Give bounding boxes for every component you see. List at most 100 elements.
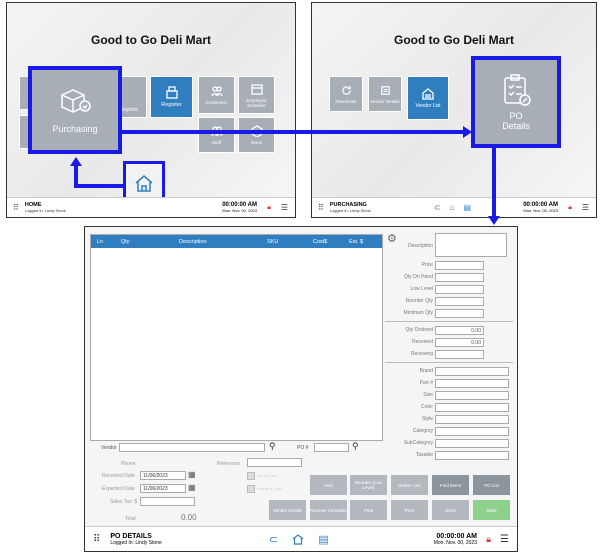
brand-field[interactable]	[435, 367, 509, 376]
tile-employee-schedule[interactable]: Employee Schedule	[238, 76, 275, 114]
register-icon	[165, 86, 178, 99]
flow-arrow-home-h	[74, 184, 124, 188]
field-label: Low Level	[410, 286, 433, 292]
lock-icon[interactable]: 🔒︎	[486, 534, 491, 545]
expected-date-label: Expected Date	[102, 486, 135, 492]
search-icon[interactable]: ⚲	[352, 441, 359, 452]
status-bar: ⠿ HOME Logged In: Lindy Stone 00:00:00 A…	[7, 197, 295, 217]
register-icon[interactable]: ▤	[464, 203, 472, 212]
style-field[interactable]	[435, 415, 509, 424]
print-button-2[interactable]: Print	[391, 500, 428, 520]
home-icon[interactable]: ⌂	[450, 203, 455, 212]
tile-label: Reports	[120, 106, 138, 113]
refresh-icon	[341, 85, 351, 95]
send-button[interactable]: Send	[432, 500, 469, 520]
clock-date: Mon. Nov. 00, 2023	[523, 208, 558, 213]
customers-icon	[210, 86, 223, 97]
home-icon[interactable]	[292, 533, 304, 545]
field-label: Price	[421, 262, 433, 268]
status-bar: ⠿ PURCHASING Logged In: Lindy Stone ⊂ ⌂ …	[312, 197, 596, 217]
field-label: Minimum Qty	[403, 310, 433, 316]
qty-on-hand-field[interactable]	[435, 273, 484, 282]
reorder-qty-field[interactable]	[435, 297, 484, 306]
subcategory-field[interactable]	[435, 439, 509, 448]
reference-input[interactable]	[247, 458, 302, 467]
nav-icons: ⊂ ⌂ ▤	[434, 203, 471, 212]
tile-vendor-list[interactable]: Vendor List	[407, 76, 449, 120]
set-as-tax-checkbox[interactable]	[247, 472, 255, 480]
purchasing-screen: Good to Go Deli Mart Reactivate Vendor D…	[311, 2, 597, 218]
delete-line-button[interactable]: Delete Line	[391, 475, 428, 495]
po-lines-table[interactable]: Ln Qty Description SKU Cost$ Ext. $	[90, 234, 383, 441]
tile-customers[interactable]: Customers	[198, 76, 235, 114]
field-label: Color	[421, 404, 433, 410]
tile-label: Staff	[211, 140, 222, 145]
create-cost-checkbox[interactable]	[247, 485, 255, 493]
calendar-icon[interactable]: ▦	[188, 470, 196, 479]
received-field[interactable]: 0.00	[435, 338, 484, 347]
tile-vendor-details[interactable]: Vendor Details	[368, 76, 402, 112]
vendor-details-button[interactable]: Vendor Details	[269, 500, 306, 520]
size-field[interactable]	[435, 391, 509, 400]
print-button-1[interactable]: Print	[350, 500, 387, 520]
received-date-input[interactable]: 11/06/2023	[140, 471, 186, 480]
hamburger-menu-icon[interactable]: ☰	[281, 203, 288, 212]
lock-icon[interactable]: 🔒︎	[568, 204, 572, 212]
back-icon[interactable]: ⊂	[269, 533, 278, 546]
po-number-input[interactable]	[314, 443, 349, 452]
description-label: Description	[407, 243, 433, 249]
back-icon[interactable]: ⊂	[434, 203, 441, 212]
po-number-label: PO #	[297, 445, 309, 451]
price-field[interactable]	[435, 261, 484, 270]
tile-register[interactable]: Register	[150, 76, 193, 118]
po-list-button[interactable]: PO List	[473, 475, 510, 495]
vendor-list-icon	[422, 88, 434, 100]
taxable-field[interactable]	[435, 451, 509, 460]
clock-date: Mon. Nov. 00, 2023	[222, 208, 257, 213]
tile-purchasing[interactable]: Purchasing	[28, 66, 122, 154]
screen-title: PO DETAILS	[110, 532, 152, 540]
vendor-input[interactable]	[119, 443, 265, 452]
minimum-qty-field[interactable]	[435, 309, 484, 318]
expected-date-input[interactable]: 11/06/2023	[140, 484, 186, 493]
vendor-details-icon	[380, 85, 390, 95]
clipboard-icon	[504, 74, 531, 106]
total-label: Total	[125, 516, 136, 522]
nav-icons: ⊂ ▤	[269, 533, 329, 546]
tile-label: PO Details	[502, 111, 530, 131]
reorder-low-level-button[interactable]: Reorder (Low Level)	[350, 475, 387, 495]
tile-staff[interactable]: Staff	[198, 117, 235, 153]
field-label: Reorder Qty	[405, 298, 433, 304]
tile-reactivate[interactable]: Reactivate	[329, 76, 363, 112]
lock-icon[interactable]: 🔒︎	[267, 204, 271, 212]
receive-complete-button[interactable]: Receive Complete	[310, 500, 347, 520]
field-label: Style	[421, 416, 433, 422]
void-button[interactable]: Void	[310, 475, 347, 495]
description-field[interactable]	[435, 233, 507, 257]
hamburger-menu-icon[interactable]: ☰	[500, 534, 509, 545]
grid-menu-icon[interactable]: ⠿	[93, 534, 100, 545]
item-detail-panel: ⚙ Description Price Qty On Hand Low Leve…	[385, 232, 515, 460]
search-icon[interactable]: ⚲	[269, 441, 276, 452]
color-field[interactable]	[435, 403, 509, 412]
calendar-icon[interactable]: ▦	[188, 483, 196, 492]
receiving-field[interactable]	[435, 350, 484, 359]
hamburger-menu-icon[interactable]: ☰	[582, 203, 589, 212]
part-number-field[interactable]	[435, 379, 509, 388]
grid-menu-icon[interactable]: ⠿	[13, 203, 19, 212]
tile-items[interactable]: Items	[238, 117, 275, 153]
qty-ordered-field[interactable]: 0.00	[435, 326, 484, 335]
tile-label: Customers	[205, 100, 228, 105]
save-button[interactable]: Save	[473, 500, 510, 520]
col-sku: SKU	[267, 238, 279, 245]
sales-tax-input[interactable]	[140, 497, 195, 506]
find-items-button[interactable]: Find Items	[432, 475, 469, 495]
register-icon[interactable]: ▤	[318, 533, 328, 546]
vendor-label: Vendor	[101, 445, 117, 451]
po-details-screen: Ln Qty Description SKU Cost$ Ext. $ ⚙ De…	[84, 226, 518, 552]
category-field[interactable]	[435, 427, 509, 436]
grid-menu-icon[interactable]: ⠿	[318, 203, 324, 212]
low-level-field[interactable]	[435, 285, 484, 294]
field-label: Taxable	[415, 452, 433, 458]
tile-po-details[interactable]: PO Details	[471, 56, 561, 148]
